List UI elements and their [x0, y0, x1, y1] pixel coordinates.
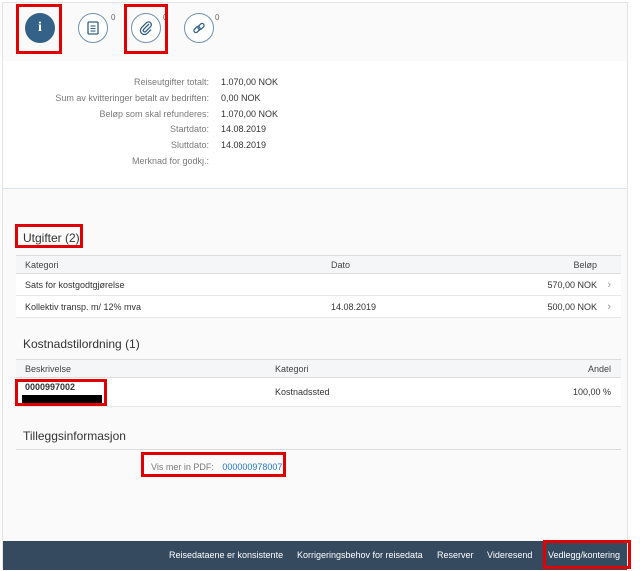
highlight-box: [124, 4, 168, 54]
column-header-beskrivelse: Beskrivelse: [25, 363, 72, 374]
summary-row: Beløp som skal refunderes: 1.070,00 NOK: [3, 109, 627, 123]
cost-assignment-title: Kostnadstilordning (1): [23, 337, 140, 351]
summary-row: Sluttdato: 14.08.2019: [3, 140, 627, 154]
expense-row[interactable]: Sats for kostgodtgjørelse 570,00 NOK ›: [16, 274, 621, 296]
footer-toolbar: Reisedataene er konsistente Korrigerings…: [3, 541, 627, 570]
link-icon: [193, 22, 205, 34]
summary-label: Reiseutgifter totalt:: [133, 77, 209, 87]
expense-kategori: Kollektiv transp. m/ 12% mva: [25, 301, 142, 312]
summary-label: Merknad for godkj.:: [131, 156, 209, 166]
expenses-table: Kategori Dato Beløp Sats for kostgodtgjø…: [16, 255, 621, 318]
expense-row[interactable]: Kollektiv transp. m/ 12% mva 14.08.2019 …: [16, 296, 621, 318]
summary-panel: Reiseutgifter totalt: 1.070,00 NOK Sum a…: [3, 61, 627, 189]
column-header-belop: Beløp: [573, 259, 597, 270]
forward-button[interactable]: Videresend: [487, 550, 532, 560]
column-header-andel: Andel: [587, 363, 611, 374]
summary-value: 14.08.2019: [221, 140, 267, 150]
highlight-box: [16, 4, 62, 54]
section-divider: [16, 449, 621, 450]
highlight-box: [141, 452, 286, 477]
highlight-box: [15, 224, 83, 248]
receipts-tab-button[interactable]: [78, 13, 108, 43]
column-header-dato: Dato: [331, 259, 351, 270]
chevron-right-icon: ›: [607, 300, 611, 313]
receipts-count: 0: [111, 13, 116, 22]
receipt-icon: [87, 21, 99, 35]
additional-info-title: Tilleggsinformasjon: [23, 429, 126, 443]
summary-row: Reiseutgifter totalt: 1.070,00 NOK: [3, 77, 627, 91]
cost-table-header: Beskrivelse Kategori Andel: [16, 359, 621, 378]
summary-value: 1.070,00 NOK: [221, 77, 279, 87]
expenses-table-header: Kategori Dato Beløp: [16, 255, 621, 274]
column-header-kategori: Kategori: [25, 259, 59, 270]
consistent-button[interactable]: Reisedataene er konsistente: [169, 550, 283, 560]
summary-label: Beløp som skal refunderes:: [99, 109, 209, 119]
expense-belop: 570,00 NOK: [547, 279, 597, 290]
summary-value: 14.08.2019: [221, 124, 267, 134]
chevron-right-icon: ›: [607, 278, 611, 291]
highlight-box: [543, 540, 631, 569]
summary-label: Startdato:: [169, 124, 209, 134]
summary-label: Sum av kvitteringer betalt av bedriften:: [55, 93, 209, 103]
header-toolbar: i 0 0 0: [3, 3, 627, 61]
correction-needed-button[interactable]: Korrigeringsbehov for reisedata: [297, 550, 423, 560]
expense-belop: 500,00 NOK: [547, 301, 597, 312]
summary-label: Sluttdato:: [170, 140, 209, 150]
links-count: 0: [215, 13, 220, 22]
expense-kategori: Sats for kostgodtgjørelse: [25, 279, 125, 290]
links-tab-button[interactable]: [184, 13, 214, 43]
highlight-box: [15, 379, 107, 406]
expense-dato: 14.08.2019: [331, 301, 377, 312]
summary-row: Startdato: 14.08.2019: [3, 124, 627, 138]
column-header-kategori: Kategori: [275, 363, 309, 374]
summary-row: Sum av kvitteringer betalt av bedriften:…: [3, 93, 627, 107]
summary-value: 1.070,00 NOK: [221, 109, 279, 119]
cost-andel: 100,00 %: [572, 387, 611, 397]
app-frame: i 0 0 0 Reiseutgifter totalt: 1.070,00 N…: [2, 2, 628, 570]
reserve-button[interactable]: Reserver: [437, 550, 474, 560]
summary-value: 0,00 NOK: [221, 93, 261, 103]
cost-kategori: Kostnadssted: [275, 387, 330, 397]
summary-row: Merknad for godkj.:: [3, 156, 627, 170]
